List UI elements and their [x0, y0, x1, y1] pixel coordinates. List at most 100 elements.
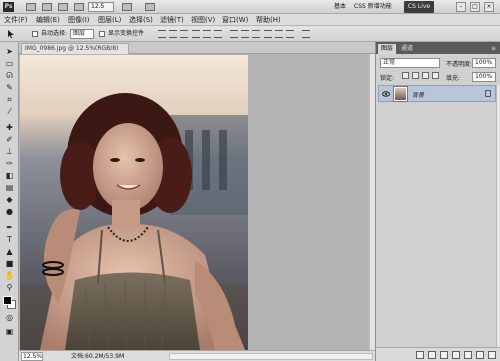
hand-tool-icon[interactable]: ✋	[4, 270, 15, 281]
tab-channels[interactable]: 通道	[398, 44, 416, 54]
auto-select-checkbox[interactable]	[32, 31, 38, 37]
opacity-field[interactable]: 100%	[472, 58, 496, 68]
marquee-tool-icon[interactable]: ▭	[4, 58, 15, 69]
align-left-icon[interactable]	[192, 30, 200, 38]
close-icon[interactable]: ×	[484, 2, 494, 12]
distribute-right-icon[interactable]	[286, 30, 294, 38]
layer-row-background[interactable]: 背景	[378, 85, 496, 102]
menu-bar: 文件(F) 编辑(E) 图像(I) 图层(L) 选择(S) 滤镜(T) 视图(V…	[0, 14, 500, 26]
layer-lock-icon	[485, 90, 491, 97]
distribute-horizontal-icon[interactable]	[275, 30, 283, 38]
fill-field[interactable]: 100%	[472, 72, 496, 82]
view-extras-icon[interactable]	[58, 3, 68, 11]
align-right-icon[interactable]	[214, 30, 222, 38]
dodge-tool-icon[interactable]: ●	[4, 206, 15, 217]
canvas-horizontal-scrollbar[interactable]	[169, 353, 373, 360]
status-bar: 12.5% 文档:60.2M/53.9M	[19, 350, 375, 361]
show-transform-checkbox[interactable]	[99, 31, 105, 37]
quick-select-icon[interactable]: ✎	[4, 82, 15, 93]
brush-tool-icon[interactable]: ✐	[4, 134, 15, 145]
document-tab[interactable]: IMG_0986.jpg @ 12.5%(RGB/8)	[21, 43, 130, 54]
add-mask-icon[interactable]	[440, 351, 448, 359]
document-tab-bar: IMG_0986.jpg @ 12.5%(RGB/8)	[19, 42, 375, 54]
blend-mode-select[interactable]: 正常	[380, 58, 440, 68]
canvas-area[interactable]	[19, 54, 369, 350]
essentials-button[interactable]: 基本	[334, 2, 346, 12]
align-horizontal-center-icon[interactable]	[203, 30, 211, 38]
zoom-level-select[interactable]: 12.5	[88, 2, 114, 12]
clone-stamp-icon[interactable]: ⊥	[4, 146, 15, 157]
eyedropper-icon[interactable]: ⁄	[4, 106, 15, 117]
screen-mode-tool-icon[interactable]: ▣	[4, 326, 15, 337]
distribute-center-icon[interactable]	[241, 30, 249, 38]
move-tool-preset-icon[interactable]	[6, 29, 16, 39]
eraser-icon[interactable]: ◧	[4, 170, 15, 181]
path-select-icon[interactable]: ▲	[4, 246, 15, 257]
panel-tab-bar: 图层 通道 ≡	[376, 42, 500, 54]
crop-tool-icon[interactable]: ⌗	[4, 94, 15, 105]
menu-help[interactable]: 帮助(H)	[256, 16, 281, 25]
minimize-icon[interactable]: –	[456, 2, 466, 12]
distribute-left-icon[interactable]	[264, 30, 272, 38]
arrange-documents-icon[interactable]	[122, 3, 132, 11]
quick-mask-icon[interactable]: ◎	[4, 312, 15, 323]
bridge-icon[interactable]	[26, 3, 36, 11]
options-bar: 自动选择: 图层 显示变换控件	[0, 26, 500, 42]
hand-view-icon[interactable]	[74, 3, 84, 11]
whats-new-button[interactable]: CSS 新增功能	[354, 2, 392, 12]
delete-layer-icon[interactable]	[488, 351, 496, 359]
lock-all-icon[interactable]	[432, 72, 439, 79]
shape-tool-icon[interactable]: ■	[4, 258, 15, 269]
menu-file[interactable]: 文件(F)	[4, 16, 28, 25]
document-image	[20, 55, 248, 350]
align-top-icon[interactable]	[158, 30, 166, 38]
foreground-color-swatch[interactable]	[3, 296, 12, 305]
gradient-icon[interactable]: ▤	[4, 182, 15, 193]
layers-scrollbar[interactable]	[496, 85, 500, 347]
blur-tool-icon[interactable]: ◆	[4, 194, 15, 205]
align-vertical-center-icon[interactable]	[169, 30, 177, 38]
status-zoom-field[interactable]: 12.5%	[21, 352, 43, 361]
menu-edit[interactable]: 编辑(E)	[36, 16, 60, 25]
lock-label: 锁定:	[380, 75, 395, 82]
zoom-tool-icon[interactable]: ⚲	[4, 282, 15, 293]
opacity-label: 不透明度:	[446, 61, 473, 68]
distribute-bottom-icon[interactable]	[252, 30, 260, 38]
history-brush-icon[interactable]: ✑	[4, 158, 15, 169]
menu-select[interactable]: 选择(S)	[129, 16, 153, 25]
menu-image[interactable]: 图像(I)	[68, 16, 90, 25]
layer-thumbnail	[393, 86, 408, 102]
document-size-info[interactable]: 文档:60.2M/53.9M	[71, 353, 124, 360]
layer-style-icon[interactable]	[428, 351, 436, 359]
lasso-tool-icon[interactable]: ᘏ	[4, 70, 15, 81]
mini-bridge-icon[interactable]	[42, 3, 52, 11]
menu-window[interactable]: 窗口(W)	[222, 16, 248, 25]
distribute-top-icon[interactable]	[230, 30, 238, 38]
menu-filter[interactable]: 滤镜(T)	[160, 16, 184, 25]
photoshop-logo: Ps	[3, 2, 14, 12]
maximize-icon[interactable]: □	[470, 2, 480, 12]
cs-live-button[interactable]: CS Live	[404, 1, 434, 13]
screen-mode-icon[interactable]	[145, 3, 155, 11]
auto-align-icon[interactable]	[302, 30, 310, 38]
visibility-eye-icon[interactable]	[382, 90, 390, 98]
lock-pixels-icon[interactable]	[412, 72, 419, 79]
link-layers-icon[interactable]	[416, 351, 424, 359]
healing-brush-icon[interactable]: ✚	[4, 122, 15, 133]
auto-select-dropdown[interactable]: 图层	[70, 29, 94, 39]
lock-position-icon[interactable]	[422, 72, 429, 79]
lock-transparent-icon[interactable]	[402, 72, 409, 79]
pen-tool-icon[interactable]: ✒	[4, 222, 15, 233]
move-tool-icon[interactable]: ➤	[4, 46, 15, 57]
adjustment-layer-icon[interactable]	[452, 351, 460, 359]
menu-view[interactable]: 视图(V)	[191, 16, 215, 25]
tab-layers[interactable]: 图层	[378, 44, 397, 54]
align-bottom-icon[interactable]	[180, 30, 188, 38]
portrait-photo	[20, 55, 248, 350]
new-group-icon[interactable]	[464, 351, 472, 359]
layers-panel: 图层 通道 ≡ 正常 不透明度: 100% 锁定: 填充: 100% 背景	[375, 42, 500, 361]
panel-menu-icon[interactable]: ≡	[488, 44, 499, 54]
type-tool-icon[interactable]: T	[4, 234, 15, 245]
new-layer-icon[interactable]	[476, 351, 484, 359]
menu-layer[interactable]: 图层(L)	[98, 16, 121, 25]
